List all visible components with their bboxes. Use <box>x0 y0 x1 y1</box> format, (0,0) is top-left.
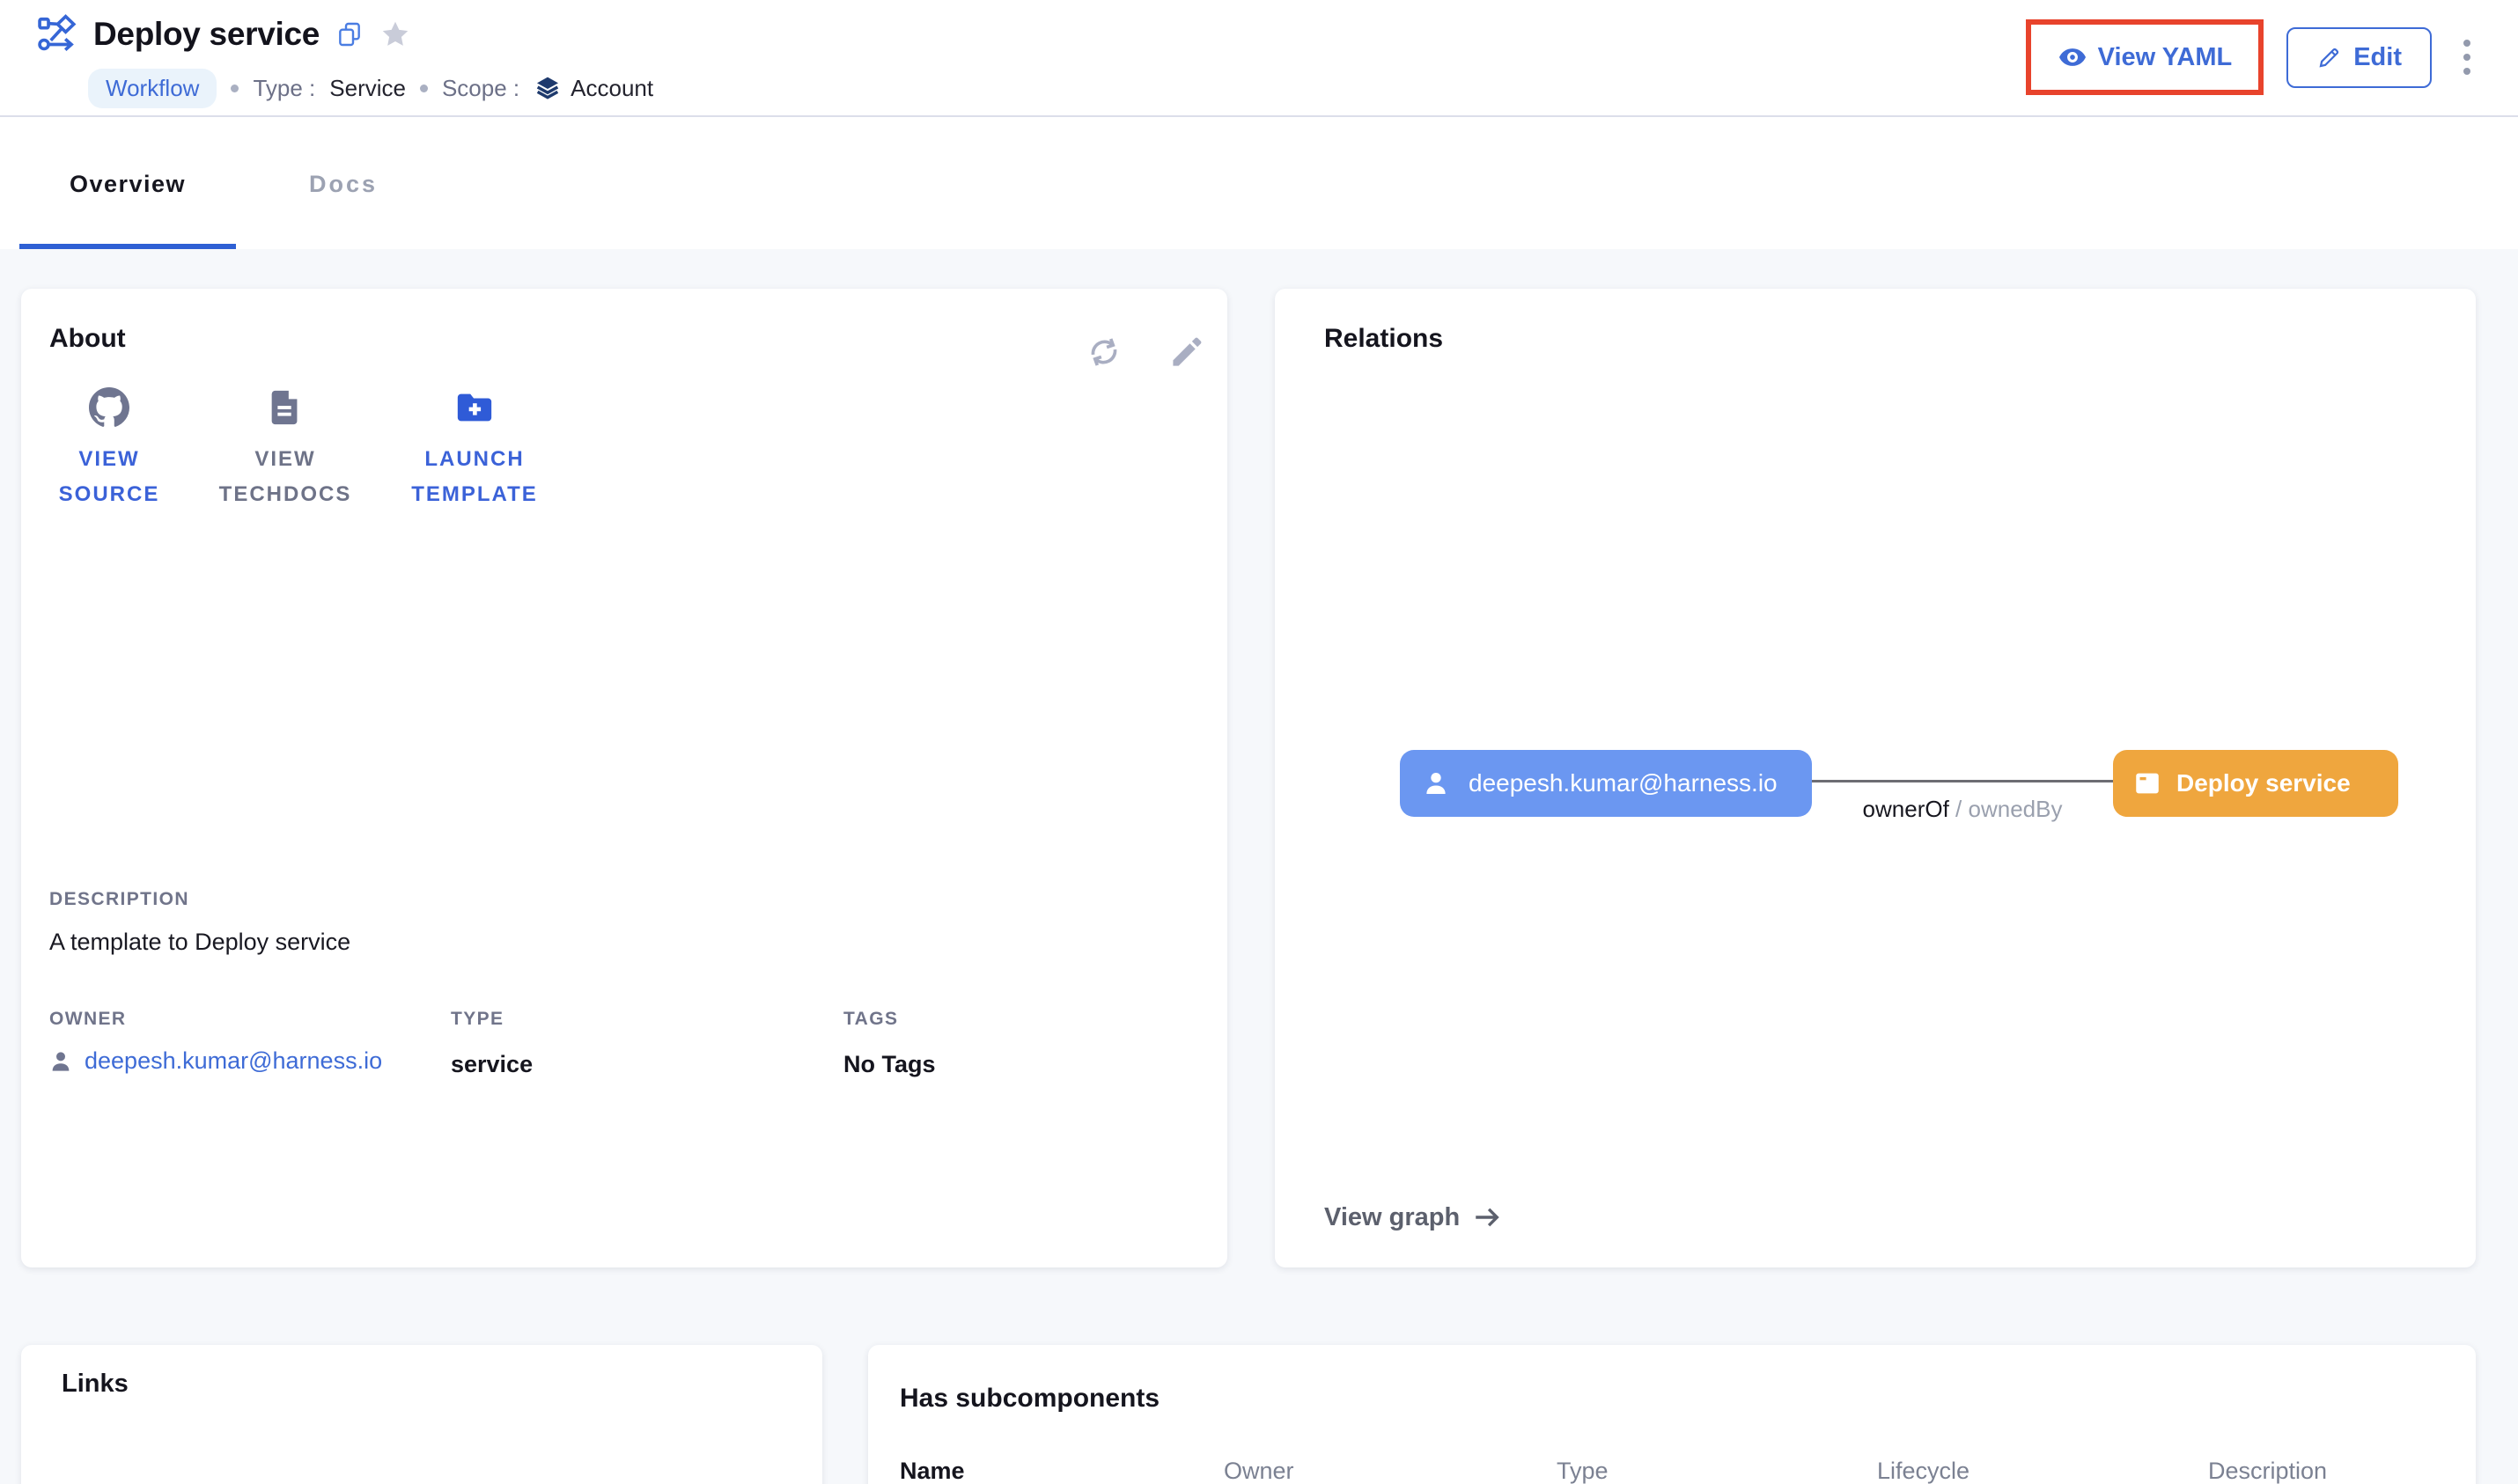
view-source-label: VIEW SOURCE <box>30 442 188 512</box>
column-header-name: Name <box>900 1458 965 1484</box>
favorite-star-icon[interactable] <box>379 18 411 50</box>
launch-template-label: LAUNCH TEMPLATE <box>382 442 567 512</box>
scope-value: Account <box>571 75 653 102</box>
edit-button[interactable]: Edit <box>2286 27 2432 88</box>
github-icon <box>89 387 129 428</box>
about-card: About VIEW SOURCE <box>21 289 1227 1267</box>
tags-label: TAGS <box>843 1009 898 1030</box>
relation-node-user[interactable]: deepesh.kumar@harness.io <box>1400 750 1812 817</box>
title-row: Deploy service <box>37 14 411 55</box>
document-icon <box>265 387 306 428</box>
about-card-title: About <box>49 324 126 354</box>
tab-docs[interactable]: Docs <box>291 119 396 249</box>
header-actions: View YAML Edit <box>2026 19 2479 95</box>
tags-value-text: No Tags <box>843 1051 936 1078</box>
type-value-text: service <box>451 1051 533 1078</box>
view-graph-link[interactable]: View graph <box>1324 1202 1502 1232</box>
relation-edge-line <box>1812 780 2113 782</box>
edge-label-ownedby: ownedBy <box>1969 796 2063 822</box>
annotation-highlight-box: View YAML <box>2026 19 2264 95</box>
arrow-right-icon <box>1472 1202 1502 1232</box>
about-actions-row: VIEW SOURCE VIEW TECHDOCS LAUNCH TEMPL <box>30 387 567 512</box>
relation-node-entity[interactable]: Deploy service <box>2113 750 2398 817</box>
column-header-description: Description <box>2208 1458 2327 1484</box>
entity-header: Deploy service Workflow Type : Service S… <box>0 0 2518 117</box>
view-source-action[interactable]: VIEW SOURCE <box>30 387 188 512</box>
type-field-label: TYPE <box>451 1009 504 1030</box>
relations-card-title: Relations <box>1324 324 1443 354</box>
type-value: Service <box>329 75 406 102</box>
has-subcomponents-title: Has subcomponents <box>900 1384 1160 1414</box>
workflow-icon <box>37 14 77 55</box>
account-layers-icon <box>534 75 562 103</box>
tab-overview-label: Overview <box>70 171 186 198</box>
description-value: A template to Deploy service <box>49 929 350 956</box>
person-icon <box>1421 768 1451 798</box>
workflow-badge[interactable]: Workflow <box>88 69 217 108</box>
copy-icon[interactable] <box>335 20 364 48</box>
more-options-kebab-icon[interactable] <box>2455 34 2479 80</box>
owner-label: OWNER <box>49 1009 127 1030</box>
pencil-icon <box>2316 44 2343 70</box>
launch-template-action[interactable]: LAUNCH TEMPLATE <box>382 387 567 512</box>
relation-edge-label: ownerOf / ownedBy <box>1794 796 2131 823</box>
relations-card: Relations ownerOf / ownedBy deepesh.kuma… <box>1275 289 2476 1267</box>
has-subcomponents-card: Has subcomponents Name Owner Type Lifecy… <box>868 1345 2476 1484</box>
refresh-icon[interactable] <box>1085 333 1123 371</box>
view-graph-label: View graph <box>1324 1203 1460 1232</box>
view-techdocs-label: VIEW TECHDOCS <box>197 442 373 512</box>
links-card-title: Links <box>62 1370 129 1399</box>
column-header-lifecycle: Lifecycle <box>1877 1458 1969 1484</box>
dot-separator <box>420 84 428 92</box>
relation-node-entity-label: Deploy service <box>2176 769 2351 797</box>
type-label: Type : <box>253 75 315 102</box>
page-title: Deploy service <box>93 16 320 53</box>
eye-icon <box>2058 42 2087 72</box>
column-header-owner: Owner <box>1224 1458 1294 1484</box>
tab-bar: Overview Docs <box>0 119 2518 249</box>
view-yaml-label: View YAML <box>2098 43 2233 72</box>
edit-label: Edit <box>2353 43 2402 72</box>
description-label: DESCRIPTION <box>49 889 189 910</box>
dot-separator <box>231 84 239 92</box>
scope-group: Account <box>534 75 653 103</box>
folder-plus-icon <box>454 387 495 428</box>
owner-link[interactable]: deepesh.kumar@harness.io <box>85 1047 382 1075</box>
tab-docs-label: Docs <box>309 171 378 198</box>
tab-overview[interactable]: Overview <box>19 119 236 249</box>
edit-about-pencil-icon[interactable] <box>1167 333 1206 371</box>
column-header-type: Type <box>1557 1458 1609 1484</box>
edge-label-ownerof: ownerOf <box>1863 796 1949 822</box>
subtitle-row: Workflow Type : Service Scope : Account <box>88 69 653 108</box>
view-techdocs-action[interactable]: VIEW TECHDOCS <box>197 387 373 512</box>
owner-value: deepesh.kumar@harness.io <box>48 1047 382 1075</box>
view-yaml-button[interactable]: View YAML <box>2031 25 2259 90</box>
scope-label: Scope : <box>442 75 519 102</box>
links-card: Links <box>21 1345 822 1484</box>
person-icon <box>48 1048 74 1075</box>
template-card-icon <box>2132 768 2162 798</box>
relation-node-user-label: deepesh.kumar@harness.io <box>1469 769 1778 797</box>
